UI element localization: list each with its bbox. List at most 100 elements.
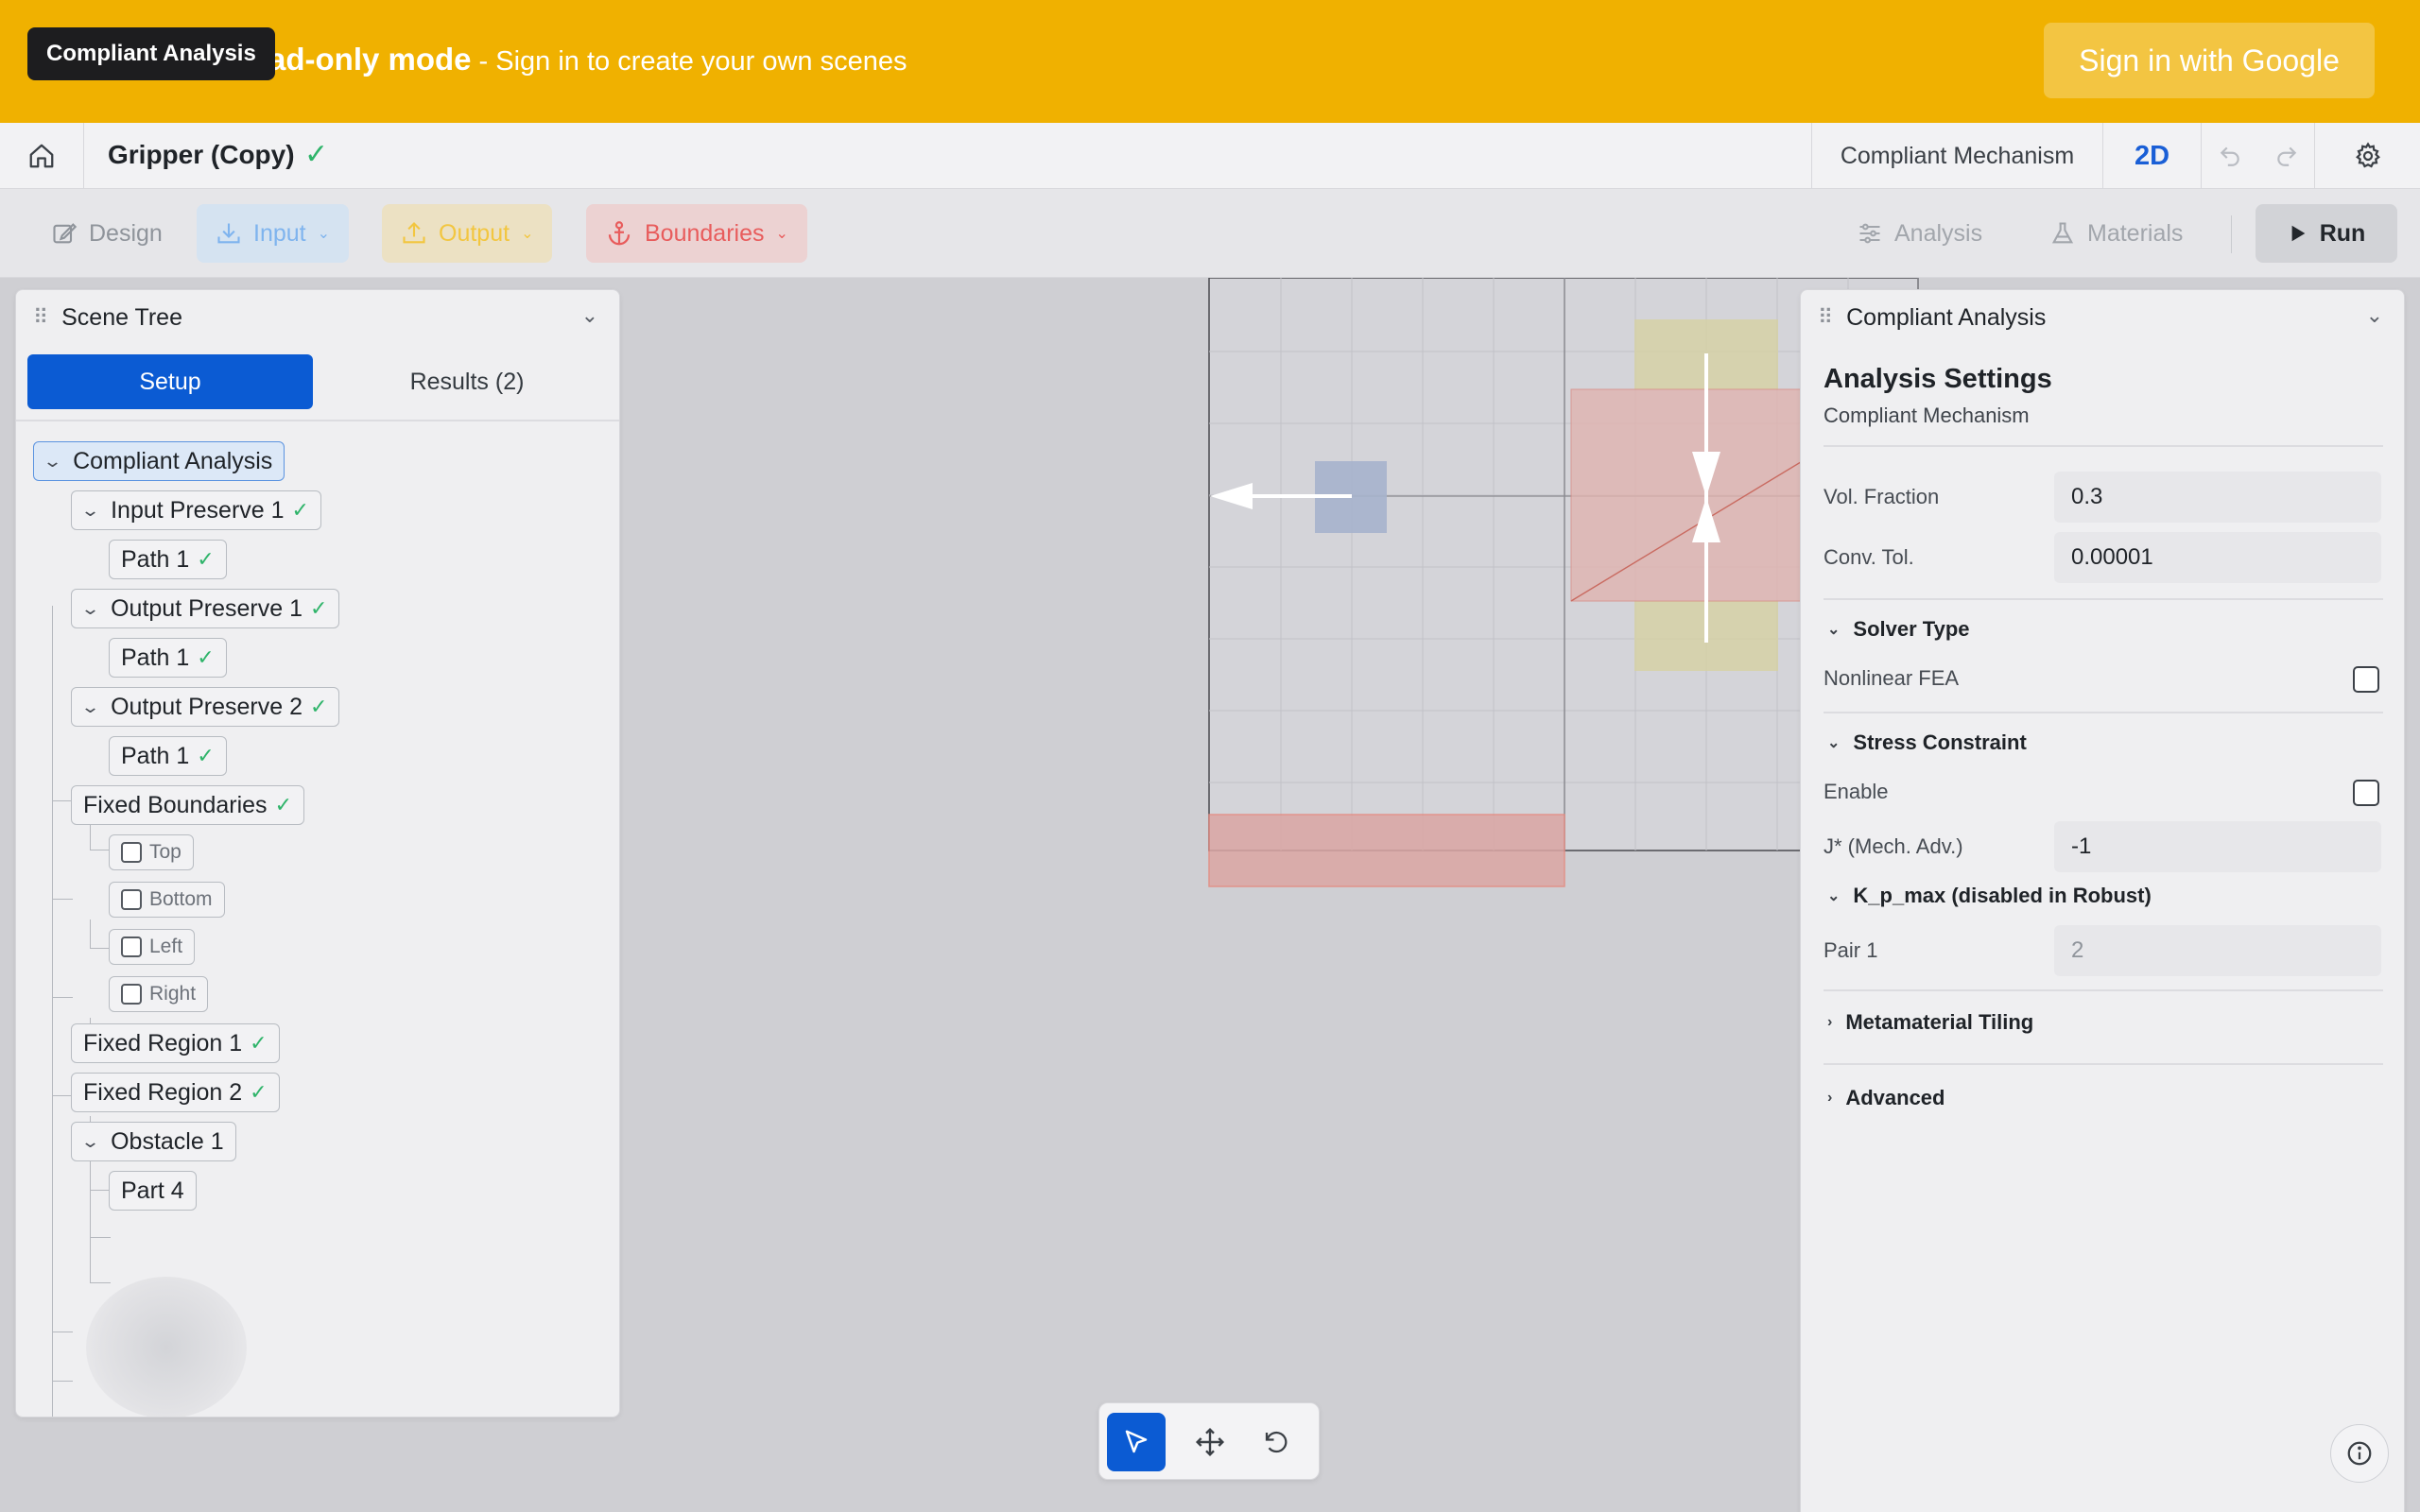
tree-node-top[interactable]: Top bbox=[109, 834, 194, 870]
tree-node-output-preserve-1[interactable]: ⌄ Output Preserve 1 ✓ bbox=[71, 589, 340, 628]
analysis-label: Analysis bbox=[1894, 219, 1983, 247]
enable-stress-checkbox[interactable] bbox=[2353, 780, 2379, 806]
tree-node-fixed-region-1[interactable]: Fixed Region 1 ✓ bbox=[71, 1023, 280, 1063]
chevron-down-icon[interactable]: ⌄ bbox=[80, 599, 100, 619]
mech-adv-input[interactable]: -1 bbox=[2054, 821, 2381, 872]
metamaterial-tiling-group[interactable]: › Metamaterial Tiling bbox=[1827, 1010, 2033, 1035]
tree-node-compliant-analysis[interactable]: ⌄ Compliant Analysis bbox=[33, 441, 285, 481]
read-only-banner: ad-only mode - Sign in to create your own… bbox=[0, 0, 2420, 123]
compliant-analysis-panel: ⠿ Compliant Analysis ⌄ Analysis Settings… bbox=[1800, 289, 2405, 1512]
edit-icon bbox=[53, 223, 78, 244]
chevron-down-icon[interactable]: ⌄ bbox=[43, 452, 62, 472]
top-bar: Gripper (Copy) ✓ Compliant Mechanism 2D bbox=[0, 123, 2420, 189]
info-icon bbox=[2347, 1441, 2372, 1466]
pair1-input[interactable]: 2 bbox=[2054, 925, 2381, 976]
vol-fraction-label: Vol. Fraction bbox=[1824, 485, 1940, 508]
analysis-panel-header[interactable]: ⠿ Compliant Analysis ⌄ bbox=[1801, 290, 2404, 345]
output-button[interactable]: Output ⌄ bbox=[382, 204, 553, 263]
run-button[interactable]: Run bbox=[2256, 204, 2397, 263]
analysis-panel-title: Compliant Analysis bbox=[1846, 303, 2047, 331]
dimension-toggle[interactable]: 2D bbox=[2102, 123, 2201, 189]
move-tool-button[interactable] bbox=[1181, 1413, 1239, 1471]
tree-node-obstacle[interactable]: ⌄ Obstacle 1 bbox=[71, 1122, 236, 1161]
vol-fraction-input[interactable]: 0.3 bbox=[2054, 472, 2381, 523]
home-icon bbox=[29, 144, 54, 168]
node-label: Fixed Region 2 bbox=[83, 1078, 243, 1106]
input-button[interactable]: Input ⌄ bbox=[197, 204, 350, 263]
checkbox-bottom[interactable] bbox=[121, 889, 142, 910]
rotate-tool-button[interactable] bbox=[1247, 1413, 1305, 1471]
drag-handle-icon[interactable]: ⠿ bbox=[1818, 305, 1833, 330]
node-label: Right bbox=[149, 983, 197, 1005]
tree-connector bbox=[90, 821, 91, 850]
boundaries-button[interactable]: Boundaries ⌄ bbox=[586, 204, 807, 263]
advanced-label: Advanced bbox=[1845, 1086, 1945, 1109]
node-label: Bottom bbox=[149, 888, 213, 910]
chevron-down-icon[interactable]: ⌄ bbox=[80, 697, 100, 717]
tree-connector bbox=[52, 899, 73, 900]
tree-node-output-preserve-2[interactable]: ⌄ Output Preserve 2 ✓ bbox=[71, 687, 340, 727]
materials-button[interactable]: Materials bbox=[2031, 204, 2202, 263]
sign-in-google-button[interactable]: Sign in with Google bbox=[2044, 23, 2375, 98]
conv-tol-input[interactable]: 0.00001 bbox=[2054, 532, 2381, 583]
solver-type-group[interactable]: ⌄ Solver Type bbox=[1827, 617, 1970, 642]
tree-node-path[interactable]: Path 1 ✓ bbox=[109, 736, 227, 776]
tree-connector bbox=[90, 948, 111, 949]
tree-node-path[interactable]: Path 1 ✓ bbox=[109, 638, 227, 678]
undo-icon[interactable] bbox=[2218, 144, 2242, 168]
checkbox-top[interactable] bbox=[121, 842, 142, 863]
kpmax-label: K_p_max (disabled in Robust) bbox=[1853, 884, 2152, 907]
tree-node-right[interactable]: Right bbox=[109, 976, 209, 1012]
check-icon: ✓ bbox=[309, 695, 328, 718]
home-button[interactable] bbox=[0, 123, 84, 189]
tree-node-input-preserve[interactable]: ⌄ Input Preserve 1 ✓ bbox=[71, 490, 321, 530]
scene-tree-panel: ⠿ Scene Tree ⌄ Setup Results (2) ⌄ Compl… bbox=[15, 289, 620, 1418]
tree-node-fixed-boundaries[interactable]: Fixed Boundaries ✓ bbox=[71, 785, 304, 825]
info-button[interactable] bbox=[2330, 1424, 2389, 1483]
settings-button[interactable] bbox=[2314, 123, 2420, 189]
analysis-settings-subtitle: Compliant Mechanism bbox=[1824, 404, 2030, 427]
view-toolbar bbox=[1098, 1402, 1320, 1480]
node-label: Compliant Analysis bbox=[73, 447, 273, 474]
mode-selector[interactable]: Compliant Mechanism bbox=[1811, 123, 2102, 189]
node-label: Input Preserve 1 bbox=[111, 496, 285, 524]
tree-node-left[interactable]: Left bbox=[109, 929, 196, 965]
sliders-icon bbox=[1859, 223, 1880, 244]
checkbox-left[interactable] bbox=[121, 936, 142, 957]
saved-check-icon: ✓ bbox=[304, 139, 329, 170]
redo-icon[interactable] bbox=[2274, 144, 2299, 168]
stress-constraint-group[interactable]: ⌄ Stress Constraint bbox=[1827, 730, 2027, 755]
tree-connector bbox=[90, 1237, 111, 1238]
chevron-down-icon: ⌄ bbox=[1827, 888, 1841, 904]
nonlinear-fea-checkbox[interactable] bbox=[2353, 666, 2379, 693]
tree-node-bottom[interactable]: Bottom bbox=[109, 882, 225, 918]
advanced-group[interactable]: › Advanced bbox=[1827, 1086, 1945, 1110]
tree-node-fixed-region-2[interactable]: Fixed Region 2 ✓ bbox=[71, 1073, 280, 1112]
toolbar-divider bbox=[2231, 215, 2232, 253]
check-icon: ✓ bbox=[309, 596, 328, 620]
collapse-chevron-icon[interactable]: ⌄ bbox=[2366, 303, 2383, 328]
design-button[interactable]: Design bbox=[32, 204, 182, 263]
check-icon: ✓ bbox=[197, 645, 215, 669]
checkbox-right[interactable] bbox=[121, 984, 142, 1005]
chevron-down-icon: ⌄ bbox=[521, 226, 534, 242]
tree-connector bbox=[90, 1282, 111, 1283]
divider bbox=[1824, 1063, 2383, 1065]
analysis-button[interactable]: Analysis bbox=[1838, 204, 2001, 263]
node-label: Path 1 bbox=[121, 545, 190, 573]
solver-type-label: Solver Type bbox=[1853, 617, 1970, 641]
tree-connector bbox=[90, 919, 91, 948]
chevron-down-icon[interactable]: ⌄ bbox=[80, 1132, 100, 1152]
check-icon: ✓ bbox=[250, 1031, 268, 1055]
chevron-down-icon[interactable]: ⌄ bbox=[80, 501, 100, 521]
divider bbox=[1824, 598, 2383, 600]
tree-node-path[interactable]: Path 1 ✓ bbox=[109, 540, 227, 579]
upload-icon bbox=[403, 222, 425, 244]
select-tool-button[interactable] bbox=[1107, 1413, 1166, 1471]
flask-icon bbox=[2051, 222, 2074, 244]
node-label: Left bbox=[149, 936, 183, 957]
kpmax-group[interactable]: ⌄ K_p_max (disabled in Robust) bbox=[1827, 884, 2152, 908]
pair1-label: Pair 1 bbox=[1824, 938, 1878, 962]
document-title[interactable]: Gripper (Copy) bbox=[108, 140, 295, 170]
tree-node-part[interactable]: Part 4 bbox=[109, 1171, 197, 1211]
